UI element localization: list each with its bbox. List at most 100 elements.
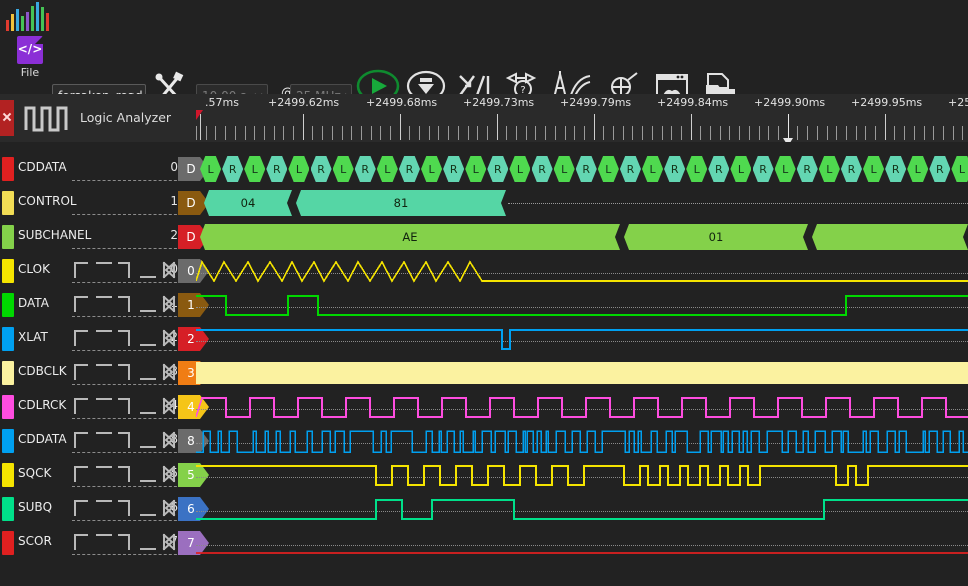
decode-annotation[interactable]: R: [664, 156, 685, 182]
ruler-minor-tick: [875, 126, 876, 140]
cursor-marker[interactable]: [788, 114, 789, 142]
decode-annotation[interactable]: L: [863, 156, 884, 182]
edge-trigger-selector[interactable]: [72, 327, 182, 349]
waveform-lane[interactable]: [196, 292, 968, 322]
ruler-label: +2499.95ms: [851, 96, 922, 109]
ruler-label: +2499.62ms: [268, 96, 339, 109]
decode-annotation[interactable]: R: [487, 156, 508, 182]
decode-annotation[interactable]: 01: [624, 224, 808, 250]
waveform-trace: [196, 530, 968, 560]
ruler-minor-tick: [894, 126, 895, 140]
decode-annotation[interactable]: R: [708, 156, 729, 182]
ruler-label: +2499.90ms: [754, 96, 825, 109]
decode-annotation[interactable]: R: [222, 156, 243, 182]
decode-annotation[interactable]: R: [885, 156, 906, 182]
edge-trigger-selector[interactable]: [72, 429, 182, 451]
edge-trigger-selector[interactable]: [72, 259, 182, 281]
decode-annotation[interactable]: R: [797, 156, 818, 182]
decode-annotation[interactable]: L: [598, 156, 619, 182]
edge-trigger-selector[interactable]: [72, 361, 182, 383]
waveform-lane[interactable]: [196, 428, 968, 458]
trigger-marker[interactable]: [196, 110, 203, 120]
ruler-major-tick: [594, 114, 595, 140]
decode-annotation[interactable]: R: [532, 156, 553, 182]
channel-separator: [72, 384, 182, 385]
decode-annotation[interactable]: L: [951, 156, 968, 182]
decode-annotation[interactable]: R: [266, 156, 287, 182]
decode-annotation[interactable]: L: [775, 156, 796, 182]
decode-annotation[interactable]: L: [819, 156, 840, 182]
waveform-lane[interactable]: [196, 530, 968, 560]
decode-annotation[interactable]: R: [841, 156, 862, 182]
waveform-lane[interactable]: AE01: [196, 224, 968, 254]
sigrok-logo: [6, 1, 52, 31]
ruler-minor-tick: [390, 126, 391, 140]
decode-annotation[interactable]: L: [642, 156, 663, 182]
decode-annotation[interactable]: 04: [204, 190, 292, 216]
open-file-button[interactable]: </> File: [12, 36, 48, 79]
close-icon[interactable]: [0, 100, 14, 136]
decode-annotation[interactable]: R: [399, 156, 420, 182]
waveform-lane[interactable]: [196, 394, 968, 424]
decode-annotation[interactable]: AE: [200, 224, 620, 250]
decode-annotation[interactable]: L: [554, 156, 575, 182]
channel-separator: [72, 248, 182, 249]
waveform-lane[interactable]: 0481: [196, 190, 968, 220]
ruler-minor-tick: [535, 126, 536, 140]
channel-separator: [72, 452, 182, 453]
edge-trigger-selector[interactable]: [72, 531, 182, 553]
waveform-lane[interactable]: LRLRLRLRLRLRLRLRLRLRLRLRLRLRLRLRLRLSI d: [196, 156, 968, 186]
decode-annotation[interactable]: [812, 224, 968, 250]
logo-bar: [0, 0, 968, 32]
decode-annotation[interactable]: L: [288, 156, 309, 182]
waveform-lane[interactable]: [196, 258, 968, 288]
channel-row: CLOK00: [0, 258, 968, 288]
decode-annotation[interactable]: R: [753, 156, 774, 182]
decode-annotation[interactable]: L: [907, 156, 928, 182]
channel-row: CONTROL1D0481: [0, 190, 968, 220]
decode-annotation[interactable]: R: [929, 156, 950, 182]
channel-separator: [72, 282, 182, 283]
decode-annotation[interactable]: 81: [296, 190, 506, 216]
decode-annotation[interactable]: L: [465, 156, 486, 182]
waveform-trace: [196, 326, 968, 356]
decode-annotation[interactable]: L: [730, 156, 751, 182]
ruler-label: +2499.84ms: [657, 96, 728, 109]
decode-annotation[interactable]: R: [311, 156, 332, 182]
logo-bar: [31, 6, 34, 31]
edge-trigger-selector[interactable]: [72, 293, 182, 315]
edge-trigger-selector[interactable]: [72, 497, 182, 519]
decode-annotation[interactable]: L: [421, 156, 442, 182]
decode-annotation[interactable]: R: [443, 156, 464, 182]
decode-annotation[interactable]: L: [686, 156, 707, 182]
ruler-minor-tick: [681, 126, 682, 140]
time-ruler[interactable]: .57ms+2499.62ms+2499.68ms+2499.73ms+2499…: [196, 96, 968, 142]
decode-annotation[interactable]: R: [355, 156, 376, 182]
ruler-minor-tick: [836, 126, 837, 140]
logo-bar: [41, 7, 44, 31]
waveform-trace: [196, 394, 968, 424]
decode-annotation[interactable]: R: [576, 156, 597, 182]
channel-separator: [72, 418, 182, 419]
ruler-minor-tick: [274, 126, 275, 140]
ruler-minor-tick: [856, 126, 857, 140]
edge-trigger-selector[interactable]: [72, 463, 182, 485]
ruler-minor-tick: [419, 126, 420, 140]
waveform-lane[interactable]: [196, 360, 968, 390]
decode-annotation[interactable]: L: [509, 156, 530, 182]
ruler-minor-tick: [817, 126, 818, 140]
decode-annotation[interactable]: L: [244, 156, 265, 182]
decode-annotation[interactable]: L: [377, 156, 398, 182]
decode-annotation[interactable]: L: [200, 156, 221, 182]
ruler-minor-tick: [526, 126, 527, 140]
waveform-trace: [196, 496, 968, 526]
channel-separator: [72, 520, 182, 521]
ruler-label: +2499.73ms: [463, 96, 534, 109]
ruler-major-tick: [885, 114, 886, 140]
waveform-lane[interactable]: [196, 496, 968, 526]
waveform-lane[interactable]: [196, 326, 968, 356]
decode-annotation[interactable]: R: [620, 156, 641, 182]
waveform-lane[interactable]: [196, 462, 968, 492]
decode-annotation[interactable]: L: [333, 156, 354, 182]
edge-trigger-selector[interactable]: [72, 395, 182, 417]
